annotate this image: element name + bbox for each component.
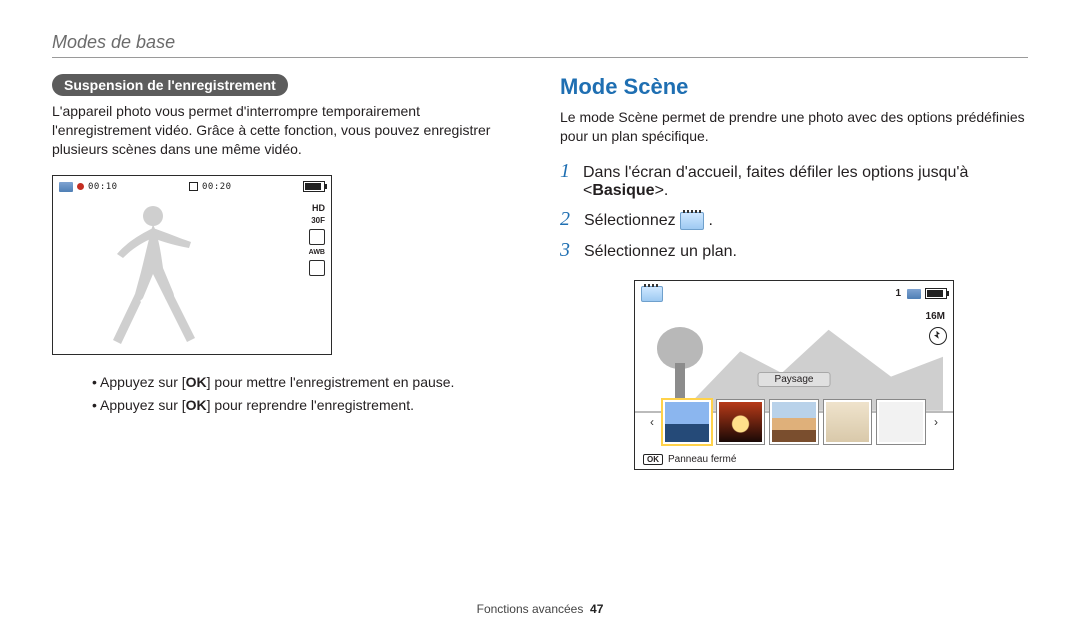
page-number: 47 — [590, 602, 603, 616]
ok-key-label: OK — [186, 397, 207, 413]
step-3: Sélectionnez un plan. — [560, 239, 1028, 262]
record-icon — [77, 183, 84, 190]
chevron-left-icon[interactable]: ‹ — [647, 415, 657, 429]
dancer-figure — [83, 198, 223, 348]
scene-mode-icon — [641, 286, 663, 302]
scene-thumb-sunset[interactable] — [717, 400, 765, 444]
shot-counter: 1 — [895, 288, 901, 299]
footer-label: Fonctions avancées — [477, 602, 584, 616]
step-1: Dans l'écran d'accueil, faites défiler l… — [560, 160, 1028, 200]
column-left: Suspension de l'enregistrement L'apparei… — [52, 74, 520, 470]
two-column-layout: Suspension de l'enregistrement L'apparei… — [52, 74, 1028, 470]
battery-icon — [303, 181, 325, 192]
mountain-shape — [683, 321, 943, 411]
scene-mode-icon — [680, 212, 704, 230]
sd-card-icon — [907, 289, 921, 299]
subheading-pill: Suspension de l'enregistrement — [52, 74, 288, 96]
scene-thumb-dawn[interactable] — [770, 400, 818, 444]
step-2: Sélectionnez . — [560, 208, 1028, 231]
video-recording-screenshot: 00:10 00:20 HD 30F AWB — [52, 175, 332, 355]
section-header: Modes de base — [52, 32, 1028, 53]
metering-icon — [309, 229, 325, 245]
scene-thumbnail-strip: ‹ › — [647, 401, 941, 443]
sd-card-icon — [59, 182, 73, 192]
mode-scene-heading: Mode Scène — [560, 74, 1028, 100]
scene-name-label: Paysage — [758, 372, 831, 387]
bullet-item: Appuyez sur [OK] pour reprendre l'enregi… — [92, 394, 520, 418]
numbered-steps: Dans l'écran d'accueil, faites défiler l… — [560, 160, 1028, 262]
hd-badge: HD — [312, 204, 325, 213]
scene-thumb-portrait[interactable] — [824, 400, 872, 444]
scene-thumb-snow[interactable] — [877, 400, 925, 444]
remaining-time: 00:20 — [202, 182, 232, 192]
elapsed-time: 00:10 — [88, 182, 118, 192]
ok-key-label: OK — [643, 454, 663, 465]
header-rule — [52, 57, 1028, 58]
stop-icon — [189, 182, 198, 191]
screenshot-side-indicators: HD 30F AWB — [309, 204, 325, 276]
bullet-list: Appuyez sur [OK] pour mettre l'enregistr… — [52, 371, 520, 419]
paragraph: Le mode Scène permet de prendre une phot… — [560, 108, 1028, 146]
battery-icon — [925, 288, 947, 299]
column-right: Mode Scène Le mode Scène permet de prend… — [560, 74, 1028, 470]
bold-basique: Basique — [592, 182, 654, 199]
scene-mode-screenshot: 1 16M Paysage ‹ — [634, 280, 954, 470]
screenshot-top-bar: 00:10 00:20 — [53, 176, 331, 198]
manual-page: Modes de base Suspension de l'enregistre… — [0, 0, 1080, 630]
fps-badge: 30F — [311, 217, 325, 225]
bullet-item: Appuyez sur [OK] pour mettre l'enregistr… — [92, 371, 520, 395]
panel-closed-hint: OK Panneau fermé — [643, 454, 736, 465]
scene-thumb-landscape[interactable] — [663, 400, 711, 444]
chevron-right-icon[interactable]: › — [931, 415, 941, 429]
mode-icon — [309, 260, 325, 276]
paragraph: L'appareil photo vous permet d'interromp… — [52, 102, 520, 159]
ok-key-label: OK — [186, 374, 207, 390]
page-footer: Fonctions avancées 47 — [0, 602, 1080, 616]
awb-badge: AWB — [309, 249, 325, 256]
screenshot-top-bar: 1 — [641, 285, 947, 303]
